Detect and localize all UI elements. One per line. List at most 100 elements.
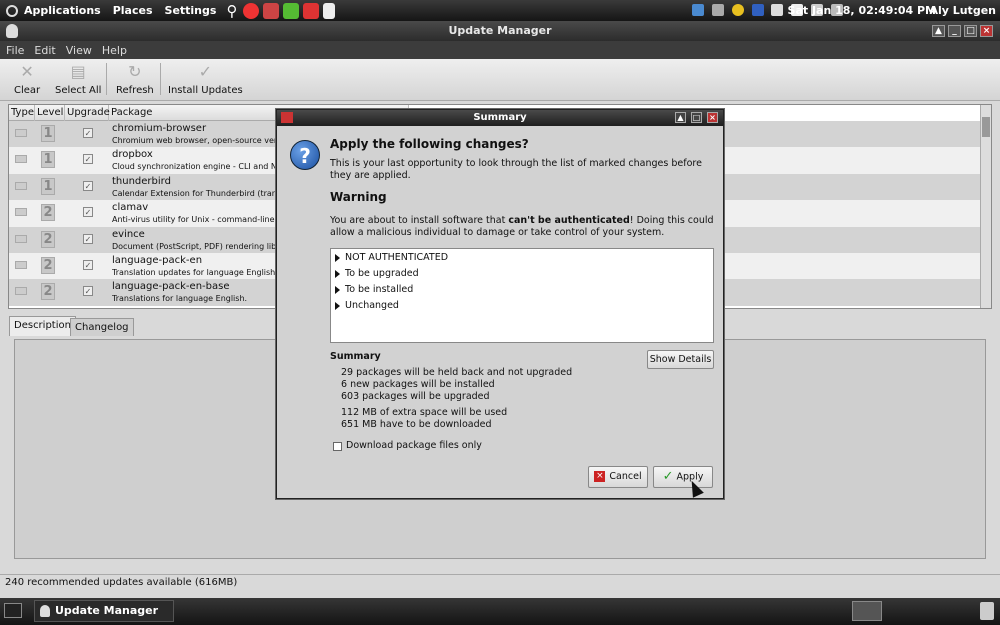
warning-text: You are about to install software that c…: [330, 215, 715, 239]
close-icon[interactable]: ×: [980, 25, 993, 37]
expander-icon[interactable]: [335, 253, 340, 262]
dialog-titlebar[interactable]: Summary ▲ □ ×: [277, 110, 723, 126]
places-menu[interactable]: Places: [107, 4, 159, 17]
package-type-icon: [15, 234, 27, 243]
menu-help[interactable]: Help: [102, 44, 127, 57]
column-upgrade[interactable]: Upgrade: [65, 105, 110, 121]
close-icon[interactable]: ×: [707, 112, 718, 123]
keyboard-layout-icon[interactable]: [692, 4, 704, 16]
tree-node-not-authenticated[interactable]: NOT AUTHENTICATED: [335, 252, 448, 263]
applications-menu[interactable]: Applications: [0, 4, 107, 17]
warning-text-bold: can't be authenticated: [508, 215, 630, 226]
summary-line: 29 packages will be held back and not up…: [341, 367, 573, 378]
dialog-intro: This is your last opportunity to look th…: [330, 158, 702, 181]
upgrade-checkbox[interactable]: ✓: [83, 207, 93, 218]
taskbar-item-label: Update Manager: [55, 604, 159, 617]
package-description: Translations for language English.: [112, 294, 248, 304]
tree-node-label: To be installed: [345, 284, 414, 295]
expander-icon[interactable]: [335, 285, 340, 294]
install-updates-button[interactable]: ✓ Install Updates: [168, 63, 243, 97]
package-name: thunderbird: [112, 175, 171, 187]
clear-button[interactable]: ✕ Clear: [14, 63, 41, 97]
shade-icon[interactable]: ▲: [675, 112, 686, 123]
tab-changelog[interactable]: Changelog: [70, 318, 134, 336]
upgrade-checkbox[interactable]: ✓: [83, 180, 93, 191]
upgrade-checkbox[interactable]: ✓: [83, 233, 93, 244]
network-icon[interactable]: [711, 4, 724, 16]
tree-node-unchanged[interactable]: Unchanged: [335, 300, 399, 311]
checkmark-icon: ✓: [662, 469, 674, 484]
install-updates-label: Install Updates: [168, 85, 243, 96]
refresh-button[interactable]: ↻ Refresh: [116, 63, 154, 97]
app-launcher-icon[interactable]: [263, 2, 280, 19]
menu-edit[interactable]: Edit: [34, 44, 55, 57]
bottom-panel: Update Manager: [0, 598, 1000, 625]
expander-icon[interactable]: [335, 269, 340, 278]
settings-menu[interactable]: Settings: [159, 4, 223, 17]
search-icon[interactable]: ⚲: [226, 2, 237, 20]
column-level[interactable]: Level: [35, 105, 65, 121]
scrollbar-thumb[interactable]: [982, 117, 990, 137]
apply-button[interactable]: ✓ Apply: [653, 466, 713, 488]
table-scrollbar[interactable]: [980, 105, 991, 308]
terminal-icon[interactable]: [4, 603, 22, 618]
refresh-label: Refresh: [116, 85, 154, 96]
dialog-title: Summary: [473, 112, 527, 123]
tree-node-to-be-upgraded[interactable]: To be upgraded: [335, 268, 419, 279]
level-badge: 1: [41, 125, 55, 142]
window-title: Update Manager: [448, 24, 552, 37]
taskbar-item-update-manager[interactable]: Update Manager: [34, 600, 174, 622]
package-type-icon: [15, 208, 27, 217]
user-name[interactable]: Aly Lutgen: [929, 4, 996, 17]
menu-view[interactable]: View: [66, 44, 92, 57]
settings-tray-icon[interactable]: [771, 4, 784, 16]
shade-icon[interactable]: ▲: [932, 25, 945, 37]
select-all-label: Select All: [55, 85, 102, 96]
browser-launcher-icon[interactable]: [243, 2, 260, 19]
toolbar: ✕ Clear ▤ Select All ↻ Refresh ✓ Install…: [0, 59, 1000, 101]
show-details-button[interactable]: Show Details: [647, 350, 714, 369]
clock[interactable]: Sat Jan 18, 02:49:04 PM: [788, 4, 936, 17]
warning-heading: Warning: [330, 190, 387, 204]
summary-dialog: Summary ▲ □ × ? Apply the following chan…: [276, 109, 724, 499]
download-only-checkbox[interactable]: [333, 442, 342, 451]
menubar: File Edit View Help: [0, 41, 1000, 59]
window-titlebar[interactable]: Update Manager ▲ _ □ ×: [0, 21, 1000, 41]
clear-label: Clear: [14, 85, 41, 96]
package-description: Chromium web browser, open-source ver: [112, 136, 277, 145]
maximize-icon[interactable]: □: [691, 112, 702, 123]
document-icon[interactable]: [323, 2, 336, 19]
select-all-icon: ▤: [70, 62, 86, 81]
upgrade-checkbox[interactable]: ✓: [83, 154, 93, 165]
status-bar: 240 recommended updates available (616MB…: [0, 574, 1000, 590]
tab-description[interactable]: Description: [9, 316, 76, 336]
summary-line: 603 packages will be upgraded: [341, 391, 490, 402]
upgrade-checkbox[interactable]: ✓: [83, 128, 93, 138]
package-description: Document (PostScript, PDF) rendering lib…: [112, 241, 277, 251]
minimize-icon[interactable]: _: [948, 25, 961, 37]
download-only-label[interactable]: Download package files only: [346, 440, 482, 451]
summary-line: 6 new packages will be installed: [341, 379, 495, 390]
package-description: Calendar Extension for Thunderbird (tran: [112, 188, 277, 198]
level-badge: 1: [41, 151, 55, 169]
upgrade-checkbox[interactable]: ✓: [83, 286, 93, 297]
question-icon: ?: [290, 140, 320, 170]
cancel-label: Cancel: [609, 471, 642, 482]
security-shield-icon[interactable]: [751, 4, 764, 16]
app-launcher-icon-2[interactable]: [283, 2, 300, 19]
tree-node-to-be-installed[interactable]: To be installed: [335, 284, 413, 295]
trash-icon[interactable]: [980, 602, 994, 620]
upgrade-checkbox[interactable]: ✓: [83, 260, 93, 270]
maximize-icon[interactable]: □: [964, 25, 977, 37]
package-name: language-pack-en: [112, 255, 203, 266]
expander-icon[interactable]: [335, 301, 340, 310]
workspace-switcher[interactable]: [852, 601, 882, 621]
package-type-icon: [15, 155, 27, 164]
menu-file[interactable]: File: [6, 44, 24, 57]
toolbar-separator-2: [160, 63, 161, 95]
update-shield-icon[interactable]: [731, 4, 744, 16]
cancel-button[interactable]: × Cancel: [588, 466, 648, 488]
app-launcher-icon-3[interactable]: [303, 2, 320, 19]
select-all-button[interactable]: ▤ Select All: [55, 62, 102, 97]
column-type[interactable]: Type: [9, 105, 35, 121]
